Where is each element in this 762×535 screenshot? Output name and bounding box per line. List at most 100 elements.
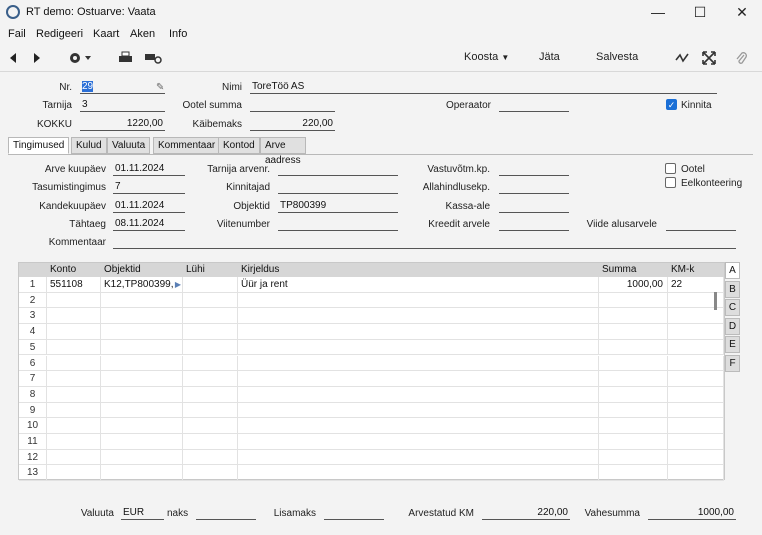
cell-lyhi[interactable] xyxy=(183,418,238,433)
tarnija-field[interactable]: 3 xyxy=(80,99,165,112)
cell-konto[interactable] xyxy=(47,418,101,433)
grid-side-tab-a[interactable]: A xyxy=(725,262,740,279)
table-row[interactable]: 9 xyxy=(19,402,724,419)
cell-summa[interactable]: 1000,00 xyxy=(599,277,668,292)
cell-konto[interactable]: 551108 xyxy=(47,277,101,292)
tab-kommentaar[interactable]: Kommentaar xyxy=(153,137,221,154)
cell-kmk[interactable] xyxy=(668,449,724,465)
cell-lyhi[interactable] xyxy=(183,434,238,449)
table-row[interactable]: 10 xyxy=(19,418,724,434)
print-preview-icon[interactable] xyxy=(144,51,164,65)
cell-konto[interactable] xyxy=(47,339,101,355)
cell-objektid[interactable]: K12,TP800399, ▶ xyxy=(101,277,183,292)
activity-icon[interactable] xyxy=(675,52,689,64)
cell-kirjeldus[interactable]: Üür ja rent xyxy=(238,277,599,292)
tab-valuuta[interactable]: Valuuta xyxy=(107,137,151,154)
cell-objektid[interactable] xyxy=(101,402,183,418)
minimize-button[interactable]: — xyxy=(640,0,676,24)
maximize-button[interactable]: ☐ xyxy=(682,0,718,24)
cell-kirjeldus[interactable] xyxy=(238,355,599,371)
nimi-field[interactable]: ToreTöö AS xyxy=(250,81,717,94)
kassa-ale-field[interactable] xyxy=(499,200,569,213)
cell-kirjeldus[interactable] xyxy=(238,434,599,449)
cell-lyhi[interactable] xyxy=(183,277,238,292)
cell-summa[interactable] xyxy=(599,418,668,433)
tab-kulud[interactable]: Kulud xyxy=(71,137,107,154)
cell-objektid[interactable] xyxy=(101,292,183,308)
cell-lyhi[interactable] xyxy=(183,324,238,339)
cell-kmk[interactable] xyxy=(668,465,724,481)
grid-side-tab-c[interactable]: C xyxy=(725,299,740,316)
table-row[interactable]: 11 xyxy=(19,434,724,450)
jata-button[interactable]: Jäta xyxy=(539,51,560,63)
eelkonteering-checkbox[interactable] xyxy=(665,177,676,188)
cell-konto[interactable] xyxy=(47,434,101,449)
paste-arrow-icon[interactable]: ▶ xyxy=(175,277,181,292)
cell-objektid[interactable] xyxy=(101,308,183,324)
cell-konto[interactable] xyxy=(47,449,101,465)
cell-lyhi[interactable] xyxy=(183,355,238,371)
grid-scrollbar[interactable] xyxy=(714,292,717,310)
cell-konto[interactable] xyxy=(47,292,101,308)
cell-lyhi[interactable] xyxy=(183,465,238,481)
cell-konto[interactable] xyxy=(47,386,101,402)
cell-objektid[interactable] xyxy=(101,339,183,355)
cell-kirjeldus[interactable] xyxy=(238,324,599,339)
cell-lyhi[interactable] xyxy=(183,402,238,418)
kommentaar-field[interactable] xyxy=(113,236,736,249)
cell-konto[interactable] xyxy=(47,465,101,481)
cell-kirjeldus[interactable] xyxy=(238,292,599,308)
tab-tingimused[interactable]: Tingimused xyxy=(8,137,70,154)
cell-lyhi[interactable] xyxy=(183,339,238,355)
tab-arve-aadress[interactable]: Arve aadress xyxy=(260,137,306,166)
cell-kmk[interactable] xyxy=(668,386,724,402)
cell-summa[interactable] xyxy=(599,465,668,481)
cell-lyhi[interactable] xyxy=(183,371,238,386)
cell-summa[interactable] xyxy=(599,371,668,386)
table-row[interactable]: 13 xyxy=(19,465,724,482)
cell-kmk[interactable] xyxy=(668,402,724,418)
table-row[interactable]: 3 xyxy=(19,308,724,325)
cell-kmk[interactable] xyxy=(668,339,724,355)
cell-kmk[interactable] xyxy=(668,308,724,324)
table-row[interactable]: 7 xyxy=(19,371,724,387)
cell-lyhi[interactable] xyxy=(183,308,238,324)
cell-summa[interactable] xyxy=(599,355,668,371)
cell-lyhi[interactable] xyxy=(183,386,238,402)
cell-summa[interactable] xyxy=(599,434,668,449)
cell-konto[interactable] xyxy=(47,308,101,324)
cell-kirjeldus[interactable] xyxy=(238,371,599,386)
table-row[interactable]: 1 551108 K12,TP800399, ▶ Üür ja rent 1000,00 2… xyxy=(19,277,724,293)
menu-redigeeri[interactable]: Redigeeri xyxy=(36,28,83,40)
vastuvotm-field[interactable] xyxy=(499,163,569,176)
tasumistingimus-field[interactable]: 7 xyxy=(113,181,185,194)
grid-side-tab-f[interactable]: F xyxy=(725,354,740,372)
tarnija-arvenr-field[interactable] xyxy=(278,163,398,176)
cell-kmk[interactable] xyxy=(668,371,724,386)
kinnita-checkbox[interactable]: ✓ xyxy=(666,99,677,110)
gear-icon[interactable] xyxy=(68,51,92,65)
kandekuupaev-field[interactable]: 01.11.2024 xyxy=(113,200,185,213)
cell-kmk[interactable]: 22 xyxy=(668,277,724,292)
cell-lyhi[interactable] xyxy=(183,292,238,308)
expand-icon[interactable] xyxy=(702,51,716,65)
close-button[interactable]: ✕ xyxy=(724,0,760,24)
cell-kirjeldus[interactable] xyxy=(238,465,599,481)
nr-field[interactable]: 29 xyxy=(80,81,165,94)
cell-lyhi[interactable] xyxy=(183,449,238,465)
arve-kuupaev-field[interactable]: 01.11.2024 xyxy=(113,163,185,176)
allahindlusekp-field[interactable] xyxy=(499,181,569,194)
lisamaks-field[interactable] xyxy=(324,507,384,520)
table-row[interactable]: 5 xyxy=(19,339,724,356)
cell-objektid[interactable] xyxy=(101,355,183,371)
ootel-checkbox[interactable] xyxy=(665,163,676,174)
cell-summa[interactable] xyxy=(599,292,668,308)
viide-alusarvele-field[interactable] xyxy=(666,218,736,231)
next-record-icon[interactable] xyxy=(32,52,42,64)
cell-kirjeldus[interactable] xyxy=(238,449,599,465)
cell-konto[interactable] xyxy=(47,324,101,339)
cell-kirjeldus[interactable] xyxy=(238,386,599,402)
attachment-icon[interactable] xyxy=(735,51,747,65)
cell-kmk[interactable] xyxy=(668,418,724,433)
cell-objektid[interactable] xyxy=(101,324,183,339)
